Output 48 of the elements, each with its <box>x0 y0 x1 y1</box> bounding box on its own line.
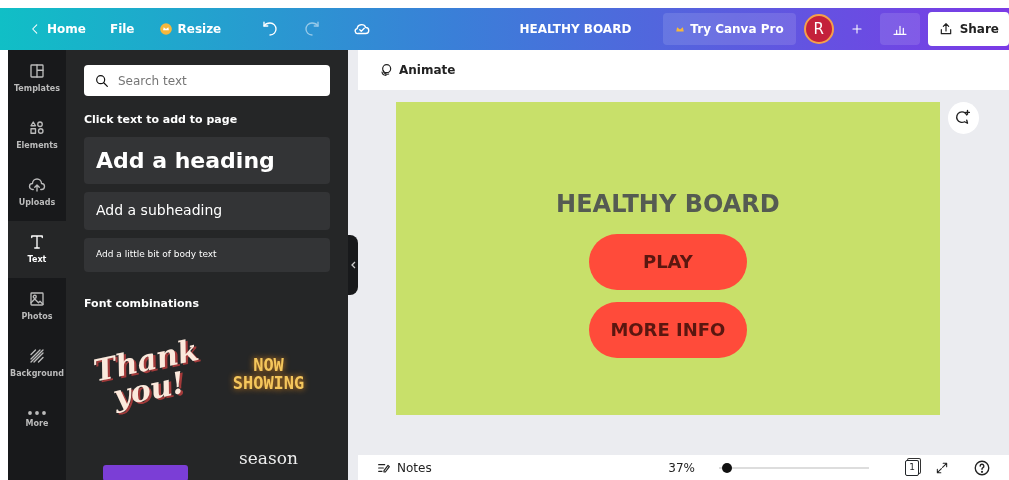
zoom-percent: 37% <box>668 459 695 477</box>
sidebar-tab[interactable]: More <box>8 392 66 449</box>
font-combination-preview[interactable]: Thank you! <box>90 336 201 414</box>
animate-button[interactable]: Animate <box>370 57 464 83</box>
sidebar-tab[interactable]: Templates <box>8 50 66 107</box>
sidebar-tab[interactable]: Photos <box>8 278 66 335</box>
expand-icon <box>935 460 949 475</box>
body-text-button[interactable]: Add a little bit of body text <box>84 237 330 272</box>
text-icon <box>28 233 46 251</box>
background-icon <box>28 347 46 365</box>
sidebar-tab[interactable]: Elements <box>8 107 66 164</box>
zoom-slider-thumb[interactable] <box>721 462 732 473</box>
notes-button[interactable]: Notes <box>368 454 440 480</box>
chevron-left-icon <box>350 261 356 269</box>
plus-icon <box>849 22 864 36</box>
uploads-icon <box>28 176 46 194</box>
design-title: HEALTHY BOARD <box>518 21 633 38</box>
help-icon <box>973 458 991 477</box>
more-icon <box>28 411 46 415</box>
try-pro-button[interactable]: Try Canva Pro <box>663 13 796 45</box>
collapse-panel-handle[interactable] <box>348 235 358 295</box>
templates-icon <box>28 62 46 80</box>
sidebar-tab[interactable]: Uploads <box>8 164 66 221</box>
comment-plus-icon <box>954 109 973 127</box>
sidebar-tab[interactable]: Background <box>8 335 66 392</box>
heading-text-button[interactable]: Add a heading <box>84 136 330 184</box>
font-combination-preview[interactable]: NOW SHOWING <box>223 357 314 393</box>
animate-icon <box>378 62 394 78</box>
board-title: HEALTHY BOARD <box>556 188 780 220</box>
photos-icon <box>28 290 46 308</box>
insights-button[interactable] <box>879 13 920 45</box>
avatar[interactable]: R <box>803 14 834 44</box>
share-button[interactable]: Share <box>927 12 1009 46</box>
subheading-text-button[interactable]: Add a subheading <box>84 191 330 230</box>
undo-icon <box>261 20 280 38</box>
section-heading: Font combinations <box>84 295 200 312</box>
panel-hint: Click text to add to page <box>84 112 239 128</box>
board-button[interactable]: PLAY <box>588 233 747 290</box>
font-combination-preview[interactable]: season <box>239 446 298 472</box>
add-comment-button[interactable] <box>947 102 979 134</box>
search-icon <box>94 73 110 89</box>
crown-badge-icon <box>158 22 173 36</box>
search-field[interactable]: Search text <box>84 65 330 96</box>
sidebar-tab[interactable]: Text <box>8 221 66 278</box>
redo-icon <box>303 20 322 38</box>
elements-icon <box>28 119 46 137</box>
board-button[interactable]: MORE INFO <box>588 301 747 358</box>
page-count-button[interactable]: 1 <box>905 459 919 476</box>
